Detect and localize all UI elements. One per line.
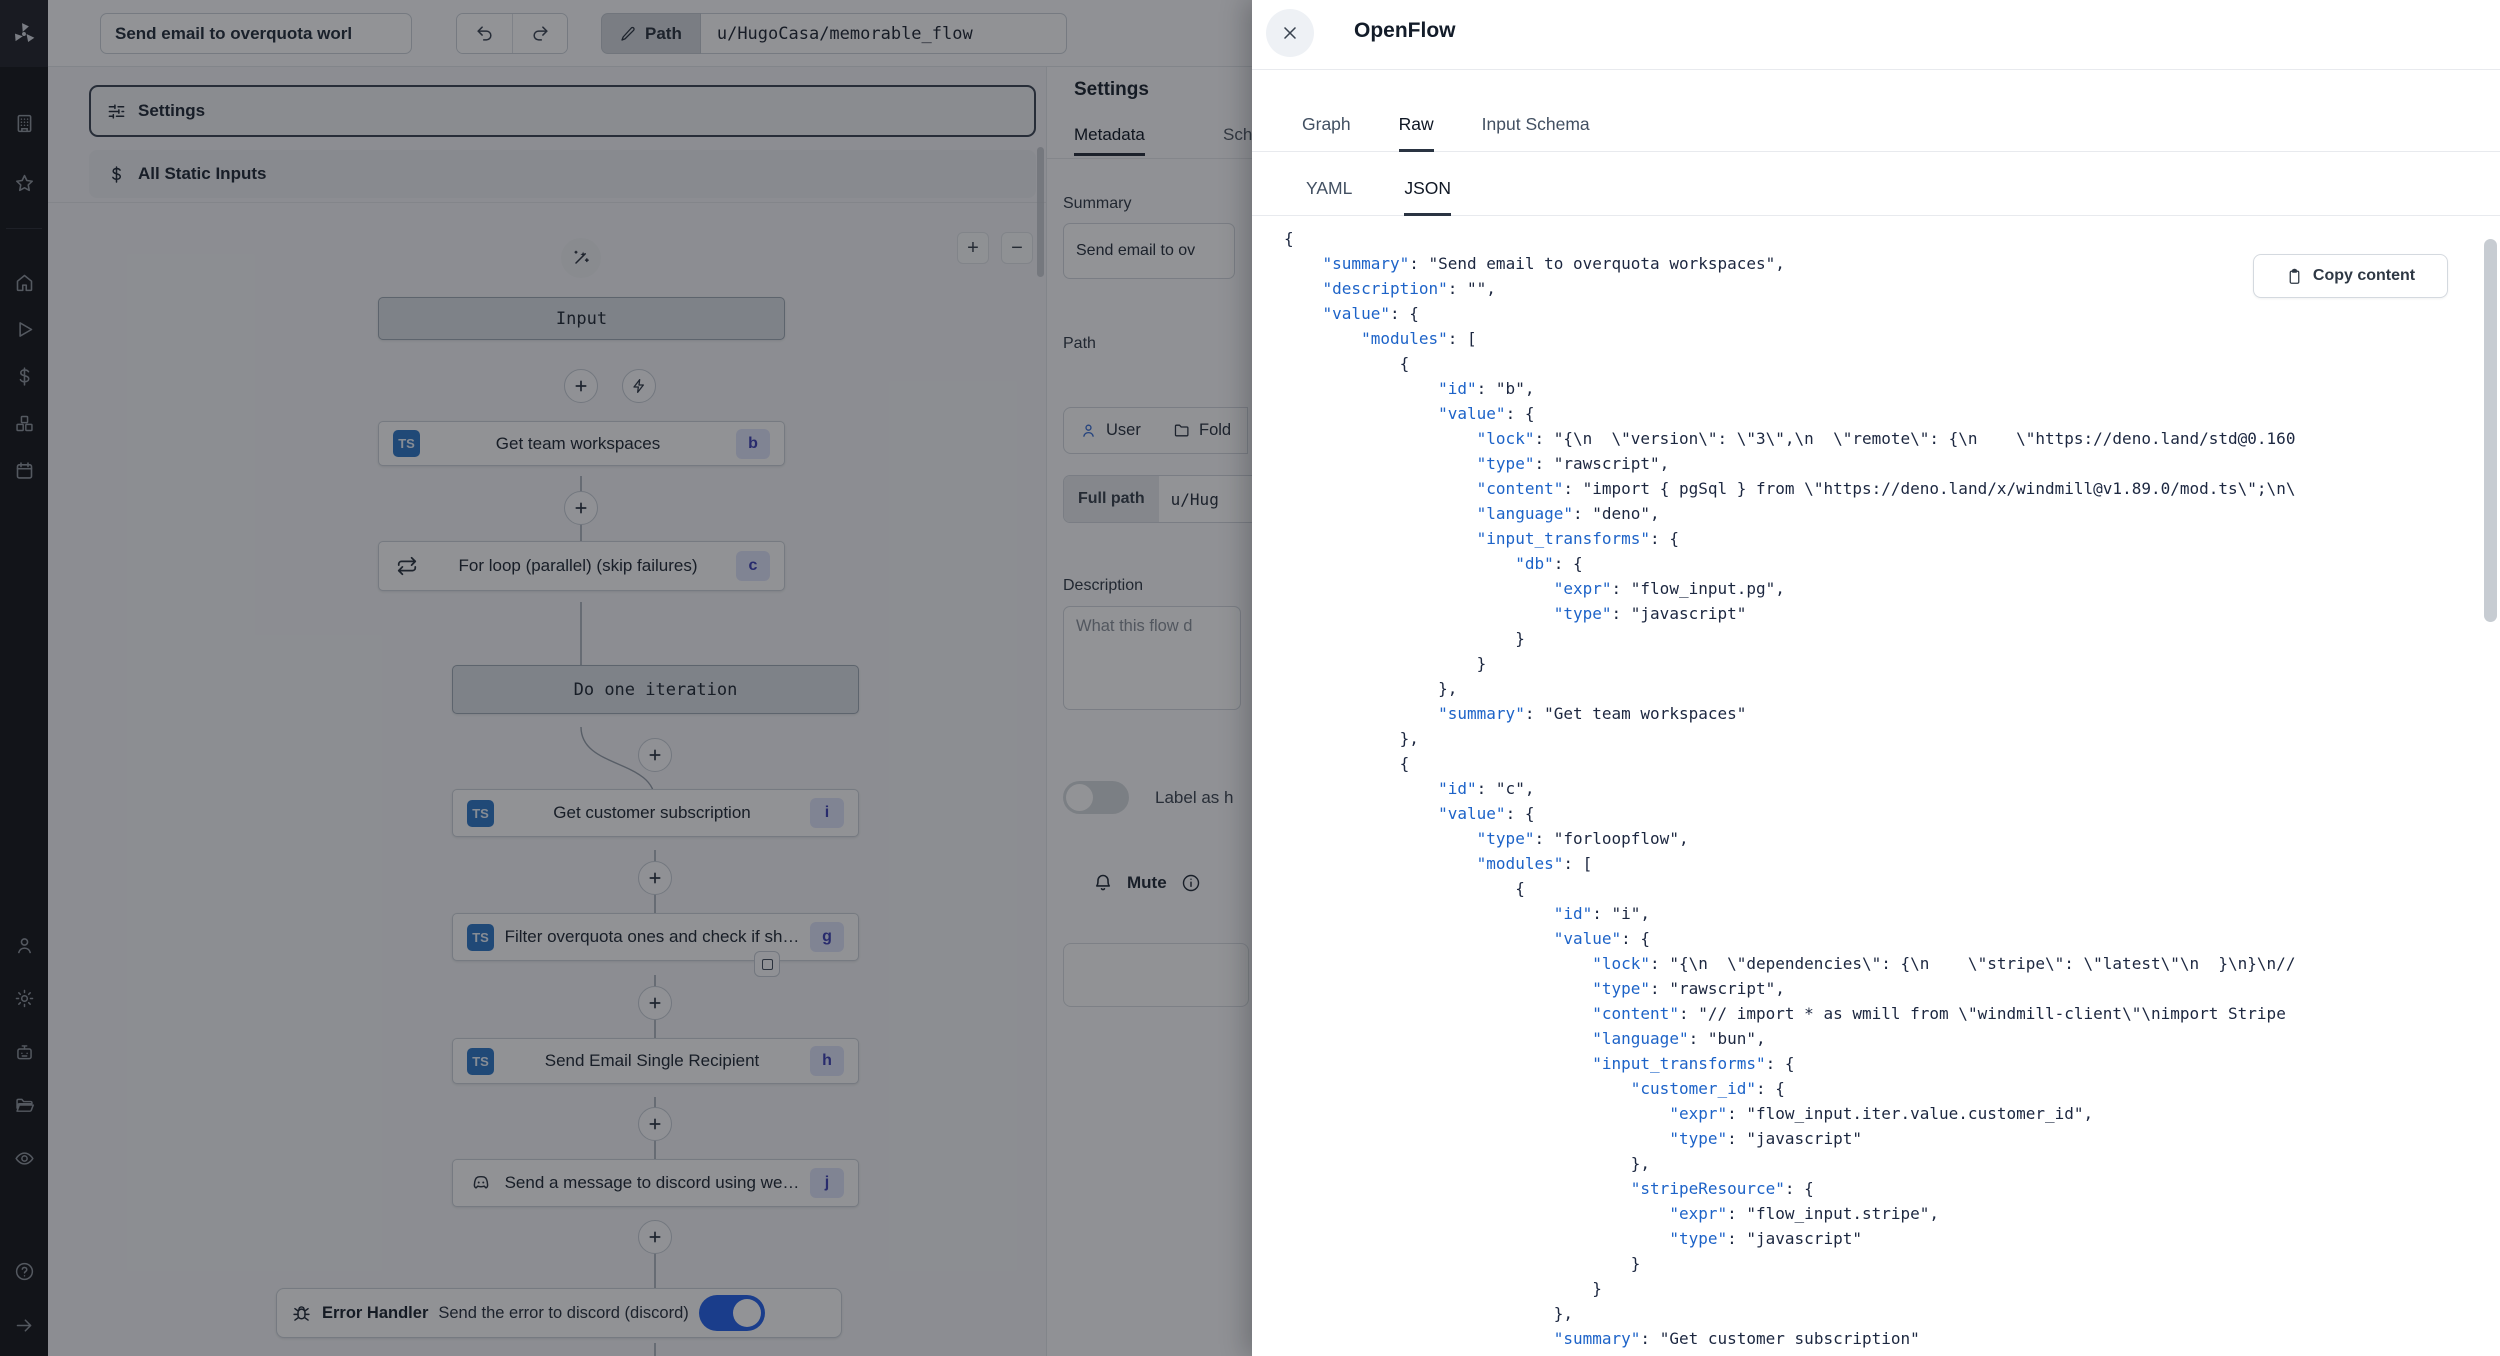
openflow-drawer: OpenFlow Graph Raw Input Schema YAML JSO… bbox=[1252, 0, 2500, 1356]
close-drawer-button[interactable] bbox=[1266, 9, 1314, 57]
json-code-viewer[interactable]: { "summary": "Send email to overquota wo… bbox=[1284, 226, 2484, 1356]
tab-input-schema[interactable]: Input Schema bbox=[1482, 114, 1590, 152]
drawer-scrollbar[interactable] bbox=[2484, 239, 2497, 622]
windmill-flow-editor: Path u/HugoCasa/memorable_flow Settings … bbox=[0, 0, 2500, 1356]
tab-json[interactable]: JSON bbox=[1404, 178, 1451, 216]
drawer-header: OpenFlow bbox=[1252, 0, 2500, 70]
tab-raw[interactable]: Raw bbox=[1399, 114, 1434, 152]
tab-graph[interactable]: Graph bbox=[1302, 114, 1351, 152]
format-tabs: YAML JSON bbox=[1252, 152, 2500, 216]
close-icon bbox=[1280, 23, 1300, 43]
drawer-backdrop[interactable] bbox=[0, 0, 1252, 1356]
json-code: { "summary": "Send email to overquota wo… bbox=[1284, 226, 2484, 1351]
drawer-title: OpenFlow bbox=[1354, 19, 1456, 43]
tab-yaml[interactable]: YAML bbox=[1306, 178, 1352, 216]
drawer-tabs: Graph Raw Input Schema bbox=[1252, 70, 2500, 152]
